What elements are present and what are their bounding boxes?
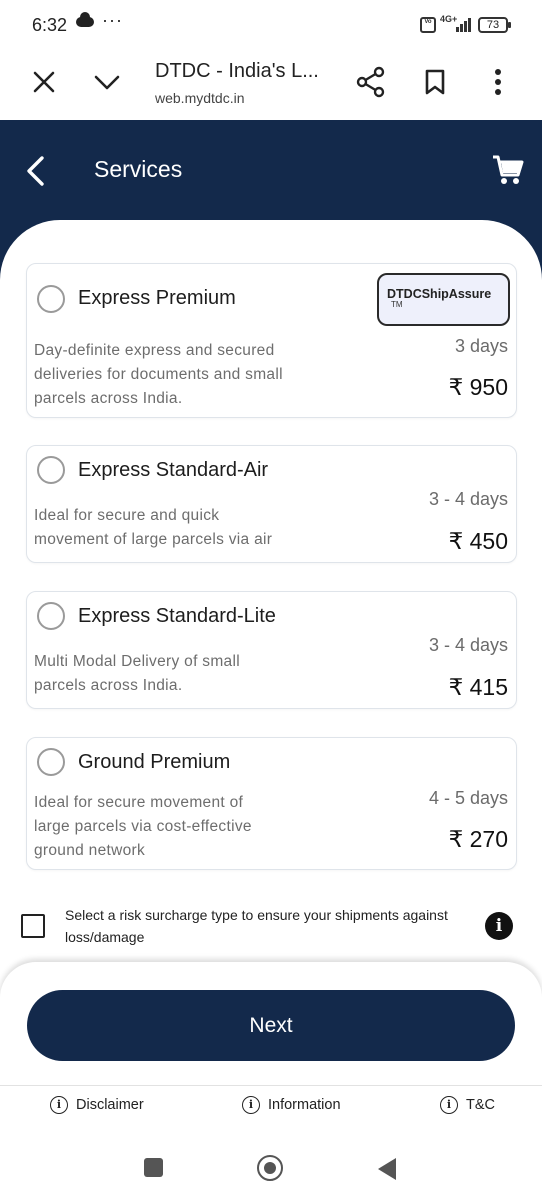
status-time: 6:32 xyxy=(32,15,68,35)
link-label: Information xyxy=(268,1097,341,1113)
page-title: DTDC - India's L... xyxy=(155,60,319,82)
service-price: ₹ 450 xyxy=(448,528,508,554)
service-description: Multi Modal Delivery of small parcels ac… xyxy=(34,653,240,694)
signal-icon xyxy=(456,18,472,32)
risk-surcharge-checkbox[interactable] xyxy=(21,914,45,938)
information-link[interactable]: i Information xyxy=(242,1096,341,1114)
service-price: ₹ 415 xyxy=(448,674,508,700)
header-title: Services xyxy=(94,156,183,182)
info-icon: i xyxy=(440,1096,458,1114)
service-description: Ideal for secure movement of large parce… xyxy=(34,794,252,859)
back-triangle-icon[interactable] xyxy=(378,1158,396,1180)
close-icon[interactable] xyxy=(30,68,58,96)
service-card-ground-premium[interactable]: Ground Premium Ideal for secure movement… xyxy=(26,737,517,870)
radio-button[interactable] xyxy=(37,456,65,484)
risk-surcharge-label: Select a risk surcharge type to ensure y… xyxy=(65,907,448,945)
info-icon: i xyxy=(50,1096,68,1114)
link-label: Disclaimer xyxy=(76,1097,144,1113)
service-description: Ideal for secure and quick movement of l… xyxy=(34,507,273,548)
trademark-label: TM xyxy=(391,300,403,309)
badge-label: DTDCShipAssure xyxy=(387,287,492,301)
service-name: Express Standard-Air xyxy=(78,459,269,481)
footer-panel: Next i Disclaimer i Information i T&C xyxy=(0,962,542,1140)
system-nav-bar xyxy=(0,1140,542,1200)
volte-icon: Vo xyxy=(420,17,436,33)
radio-button[interactable] xyxy=(37,602,65,630)
more-notifications-icon: ··· xyxy=(102,10,123,30)
next-button[interactable]: Next xyxy=(27,990,515,1061)
service-card-express-premium[interactable]: Express Premium DTDCShipAssure TM Day-de… xyxy=(26,263,517,418)
service-name: Ground Premium xyxy=(78,751,231,773)
cart-icon[interactable] xyxy=(492,154,524,186)
more-menu-icon[interactable] xyxy=(486,68,510,96)
service-description: Day-definite express and secured deliver… xyxy=(34,342,283,407)
browser-toolbar: DTDC - India's L... web.mydtdc.in xyxy=(0,50,542,120)
battery-icon: 73 xyxy=(478,17,511,33)
cloud-icon xyxy=(76,12,94,27)
service-card-express-standard-lite[interactable]: Express Standard-Lite Multi Modal Delive… xyxy=(26,591,517,709)
delivery-days: 3 - 4 days xyxy=(428,635,508,655)
recent-apps-icon[interactable] xyxy=(144,1158,163,1177)
service-name: Express Premium xyxy=(78,287,236,309)
link-label: T&C xyxy=(466,1097,495,1113)
shipassure-badge: DTDCShipAssure TM xyxy=(377,273,510,326)
home-icon[interactable] xyxy=(257,1155,283,1181)
service-card-express-standard-air[interactable]: Express Standard-Air Ideal for secure an… xyxy=(26,445,517,563)
service-price: ₹ 950 xyxy=(448,374,508,400)
footer-divider xyxy=(0,1085,542,1086)
status-bar: 6:32 ··· Vo 4G+ 73 xyxy=(0,0,542,50)
share-icon[interactable] xyxy=(356,66,386,98)
disclaimer-link[interactable]: i Disclaimer xyxy=(50,1096,144,1114)
page-url[interactable]: web.mydtdc.in xyxy=(155,90,244,106)
delivery-days: 3 days xyxy=(454,336,508,356)
service-name: Express Standard-Lite xyxy=(78,605,276,627)
chevron-down-icon[interactable] xyxy=(92,68,122,96)
service-price: ₹ 270 xyxy=(448,826,508,852)
info-icon[interactable]: i xyxy=(485,912,513,940)
radio-button[interactable] xyxy=(37,285,65,313)
radio-button[interactable] xyxy=(37,748,65,776)
network-type: 4G+ xyxy=(440,14,458,24)
terms-link[interactable]: i T&C xyxy=(440,1096,495,1114)
delivery-days: 3 - 4 days xyxy=(428,489,508,509)
delivery-days: 4 - 5 days xyxy=(428,788,508,808)
info-icon: i xyxy=(242,1096,260,1114)
back-arrow-icon[interactable] xyxy=(22,154,48,188)
bookmark-icon[interactable] xyxy=(422,68,448,96)
